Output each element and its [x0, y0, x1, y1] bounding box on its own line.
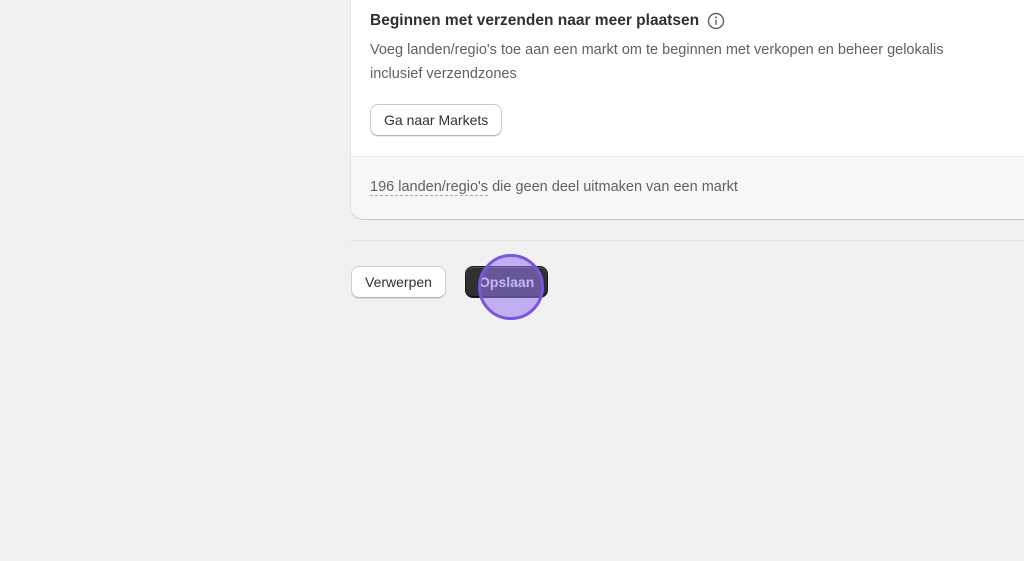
markets-card-description: Voeg landen/regio's toe aan een markt om… — [370, 38, 1024, 86]
markets-footer-suffix: die geen deel uitmaken van een markt — [488, 179, 738, 195]
shipping-settings-page: Beginnen met verzenden naar meer plaatse… — [0, 0, 1024, 561]
markets-card-description-line1: Voeg landen/regio's toe aan een markt om… — [370, 42, 944, 58]
markets-card-title-text: Beginnen met verzenden naar meer plaatse… — [370, 12, 700, 29]
markets-card-body: Beginnen met verzenden naar meer plaatse… — [351, 0, 1024, 156]
markets-card-title: Beginnen met verzenden naar meer plaatse… — [370, 12, 725, 30]
markets-card-description-line2: inclusief verzendzones — [370, 66, 517, 82]
save-button[interactable]: Opslaan — [465, 266, 549, 298]
unassigned-countries-link[interactable]: 196 landen/regio's — [370, 179, 489, 196]
markets-card-footer: 196 landen/regio's die geen deel uitmake… — [351, 156, 1024, 219]
discard-button[interactable]: Verwerpen — [351, 266, 446, 298]
info-icon[interactable] — [707, 12, 725, 30]
section-divider — [351, 240, 1024, 241]
go-to-markets-button[interactable]: Ga naar Markets — [370, 104, 503, 136]
markets-footer-text: 196 landen/regio's die geen deel uitmake… — [370, 179, 738, 196]
markets-card: Beginnen met verzenden naar meer plaatse… — [351, 0, 1024, 219]
